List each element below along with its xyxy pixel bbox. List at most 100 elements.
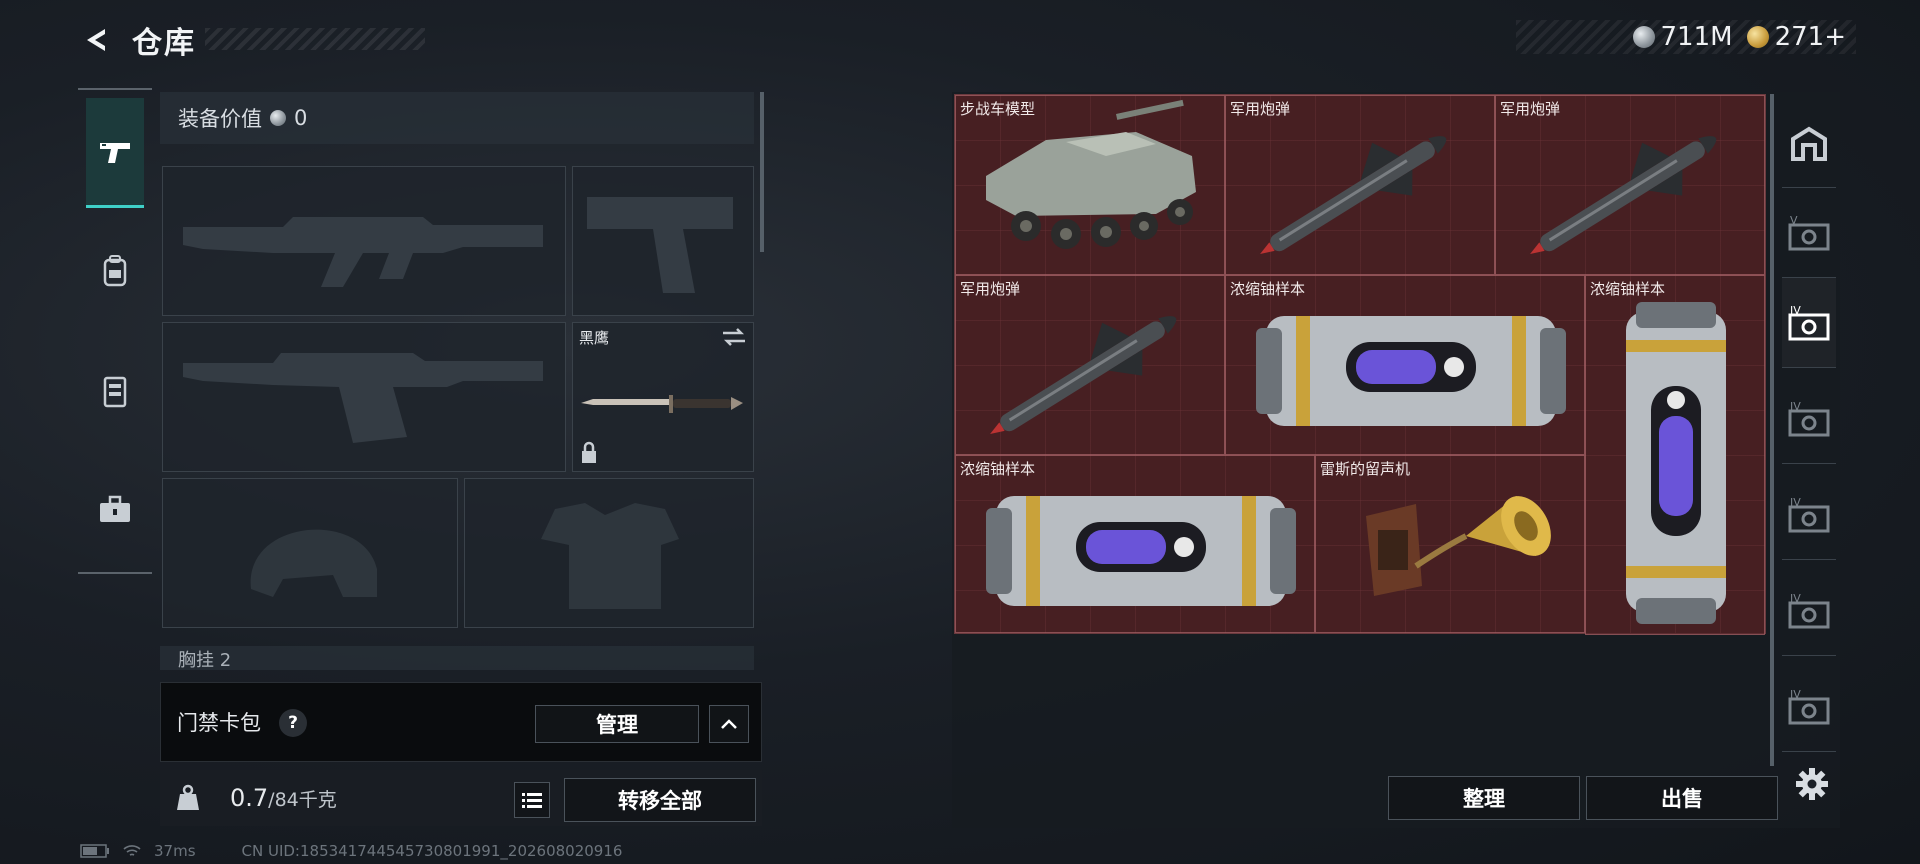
tier-label: V (1790, 214, 1798, 227)
nav-tab-backpack[interactable] (86, 216, 144, 326)
storage-tab-iv[interactable]: IV (1782, 566, 1836, 656)
storage-item[interactable]: 浓缩铀样本 (1585, 275, 1765, 635)
storage-tier-iv-icon: IV (1788, 592, 1830, 628)
storage-scrollbar[interactable] (1770, 94, 1774, 766)
rifle-silhouette-icon (183, 217, 543, 287)
weight-icon (170, 780, 206, 816)
storage-tier-iv-icon: IV (1788, 304, 1830, 340)
storage-tab-home[interactable] (1782, 98, 1836, 188)
storage-tab-v[interactable]: V (1782, 188, 1836, 278)
nav-tab-vest[interactable] (86, 336, 144, 446)
tier-label: IV (1790, 496, 1801, 509)
sort-button[interactable]: 整理 (1388, 776, 1580, 820)
equipment-value-label: 装备价值 (178, 107, 262, 131)
settings-button[interactable] (1792, 764, 1832, 804)
storage-item[interactable]: 浓缩铀样本 (955, 455, 1315, 633)
tier-label: IV (1790, 304, 1801, 317)
silver-currency[interactable]: 711M (1632, 22, 1733, 52)
silver-coin-icon (270, 110, 286, 126)
storage-tier-iv-icon: IV (1788, 496, 1830, 532)
armor-slot[interactable] (464, 478, 754, 628)
sell-button[interactable]: 出售 (1586, 776, 1778, 820)
storage-item[interactable]: 步战车模型 (955, 95, 1225, 275)
primary-weapon-slot[interactable] (162, 166, 566, 316)
vest-icon (103, 376, 127, 408)
missile-icon (990, 316, 1177, 435)
helmet-slot[interactable] (162, 478, 458, 628)
left-nav (78, 88, 152, 574)
uranium-canister-icon (1626, 302, 1726, 624)
pistol-slot[interactable] (572, 166, 754, 316)
tier-label: IV (1790, 688, 1801, 701)
gold-amount: 271+ (1774, 22, 1846, 52)
capacity-text: 0.7/84千克 (230, 784, 337, 812)
storage-tier-iv-icon: IV (1788, 688, 1830, 724)
back-button[interactable] (78, 22, 114, 58)
rifle-silhouette-icon (183, 353, 543, 443)
nav-tab-weapons[interactable] (86, 98, 144, 208)
page-title: 仓库 (132, 26, 196, 61)
storage-home-icon (1791, 126, 1827, 161)
silver-amount: 711M (1660, 22, 1733, 52)
lock-icon (582, 441, 596, 463)
melee-slot[interactable]: 黑鹰 (572, 322, 754, 472)
pistol-silhouette-icon (587, 197, 733, 293)
ifv-model-icon (986, 99, 1196, 249)
capacity-bar: 0.7/84千克 转移全部 (160, 770, 762, 826)
missile-icon (1530, 136, 1717, 255)
storage-tab-iv[interactable]: IV (1782, 662, 1836, 752)
knife-icon (581, 395, 743, 413)
knife-name: 黑鹰 (579, 329, 610, 347)
back-arrow-icon (87, 29, 105, 51)
equipment-value-amount: 0 (294, 106, 308, 130)
wifi-icon (123, 845, 141, 856)
storage-panel: 步战车模型 军用炮弹 军用炮弹 军用炮弹 浓缩铀样本 浓缩铀样本 浓缩铀样本 雷… (952, 92, 1840, 828)
missile-icon (1260, 136, 1447, 255)
storage-tabs: V IV IV IV IV IV (1778, 92, 1840, 772)
transfer-all-button[interactable]: 转移全部 (564, 778, 756, 822)
battery-icon (80, 844, 109, 858)
uranium-canister-icon (1256, 316, 1566, 426)
collapse-button[interactable] (709, 705, 749, 743)
swap-icon[interactable] (721, 327, 747, 347)
storage-item[interactable]: 浓缩铀样本 (1225, 275, 1585, 455)
silver-coin-icon (1632, 26, 1655, 48)
tier-label: IV (1790, 592, 1801, 605)
gramophone-icon (1366, 496, 1551, 596)
equipment-scrollbar[interactable] (760, 92, 764, 252)
list-view-button[interactable] (514, 782, 550, 818)
armor-silhouette-icon (541, 503, 679, 609)
storage-item[interactable]: 军用炮弹 (1495, 95, 1765, 275)
capacity-current: 0.7 (230, 784, 269, 812)
secondary-weapon-slot[interactable] (162, 322, 566, 472)
storage-item[interactable]: 军用炮弹 (1225, 95, 1495, 275)
keycard-help-button[interactable]: ? (279, 709, 307, 737)
storage-tab-iv-active[interactable]: IV (1782, 278, 1836, 368)
keycard-bar: 门禁卡包 ? 管理 (160, 682, 762, 762)
equipment-panel: 装备价值 0 黑鹰 胸挂 2 (160, 92, 770, 670)
storage-item[interactable]: 军用炮弹 (955, 275, 1225, 455)
storage-tier-v-icon: V (1788, 214, 1830, 250)
pistol-icon (100, 142, 130, 163)
list-icon (522, 793, 542, 808)
status-bar: 37ms CN UID:1853417445457308019​91_20260… (80, 842, 622, 860)
nav-tab-toolbox[interactable] (86, 454, 144, 564)
gold-coin-icon (1746, 26, 1769, 48)
equipment-value-row: 装备价值 0 (160, 92, 754, 144)
storage-tab-iv[interactable]: IV (1782, 374, 1836, 464)
keycard-label: 门禁卡包 (177, 711, 261, 735)
capacity-max: /84千克 (268, 789, 337, 811)
storage-item[interactable]: 雷斯的留声机 (1315, 455, 1585, 633)
title-decoration (205, 28, 425, 50)
currency-bar: 711M 271+ (1516, 20, 1856, 54)
ping-text: 37ms (154, 842, 196, 860)
backpack-icon (103, 255, 127, 287)
storage-grid: 步战车模型 军用炮弹 军用炮弹 军用炮弹 浓缩铀样本 浓缩铀样本 浓缩铀样本 雷… (954, 94, 1766, 635)
manage-button[interactable]: 管理 (535, 705, 699, 743)
gear-icon (1796, 768, 1828, 800)
chest-rig-label: 胸挂 2 (160, 646, 754, 670)
gold-currency[interactable]: 271+ (1746, 22, 1846, 52)
uid-text: CN UID:1853417445457308019​91_2026080209… (241, 842, 623, 860)
toolbox-icon (100, 495, 130, 522)
storage-tab-iv[interactable]: IV (1782, 470, 1836, 560)
